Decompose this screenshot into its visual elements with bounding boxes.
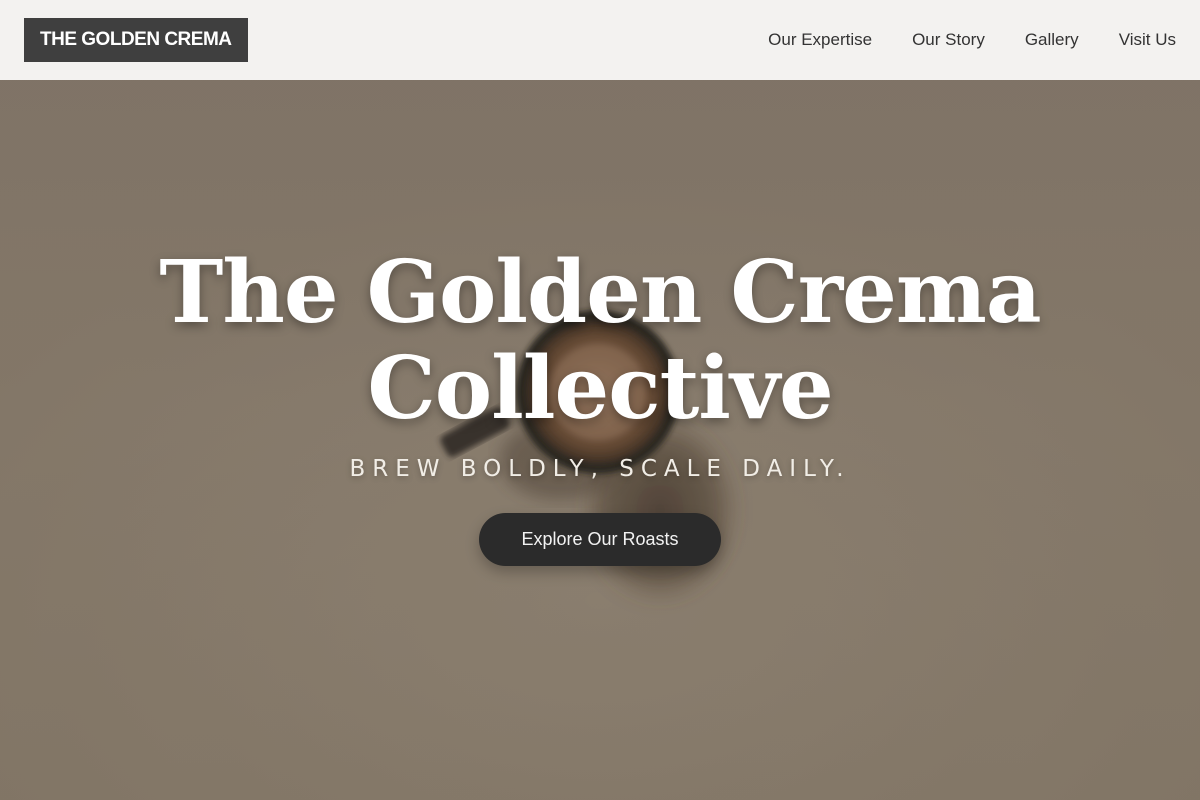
nav-link-our-expertise[interactable]: Our Expertise [768, 30, 872, 50]
nav-link-our-story[interactable]: Our Story [912, 30, 985, 50]
nav-link-gallery[interactable]: Gallery [1025, 30, 1079, 50]
nav-link-visit-us[interactable]: Visit Us [1119, 30, 1176, 50]
main-nav: Our Expertise Our Story Gallery Visit Us [768, 30, 1176, 50]
hero-title-line-2: Collective [367, 338, 833, 439]
explore-roasts-button[interactable]: Explore Our Roasts [479, 513, 721, 566]
hero-tagline: BREW BOLDLY, SCALE DAILY. [349, 456, 851, 482]
hero-content: The Golden Crema Collective BREW BOLDLY,… [0, 80, 1200, 800]
hero-title-line-1: The Golden Crema [159, 242, 1041, 343]
hero-title: The Golden Crema Collective [0, 245, 1200, 437]
site-header: THE GOLDEN CREMA Our Expertise Our Story… [0, 0, 1200, 80]
site-logo[interactable]: THE GOLDEN CREMA [24, 18, 248, 62]
hero-section: The Golden Crema Collective BREW BOLDLY,… [0, 80, 1200, 800]
